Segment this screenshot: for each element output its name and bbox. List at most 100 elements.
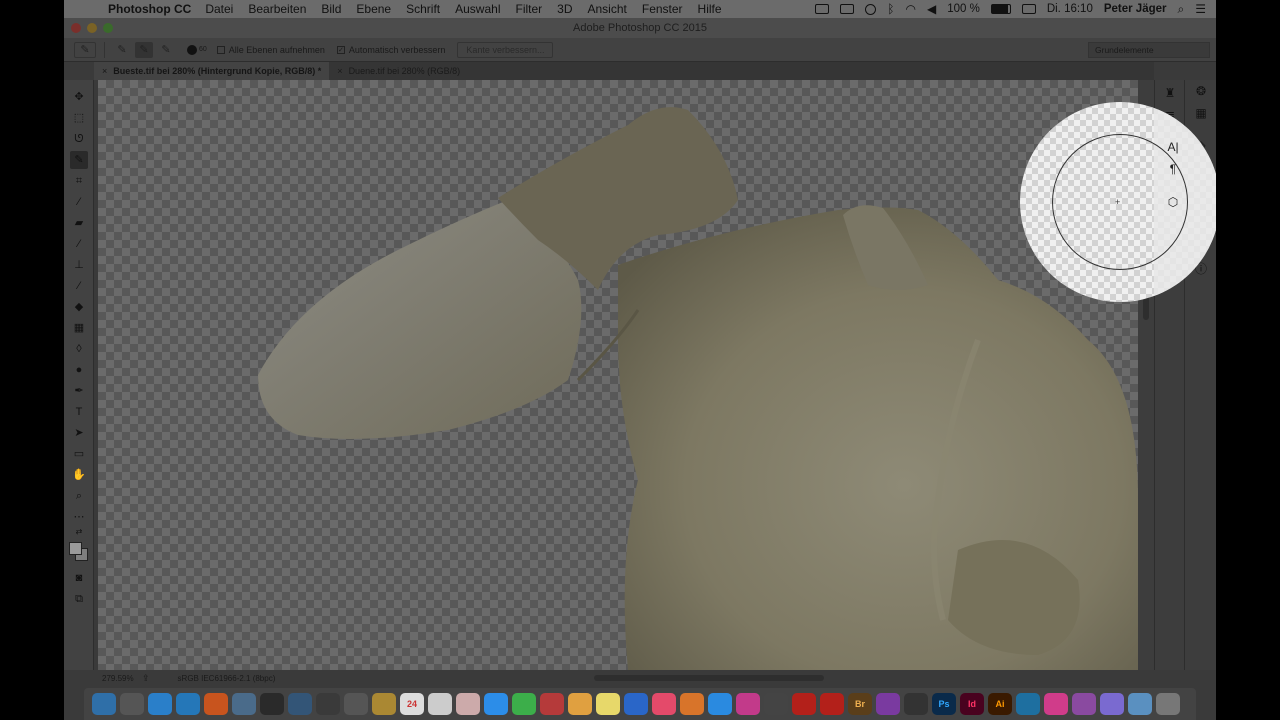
stickies-icon[interactable] [596,693,620,715]
downloads-folder-icon[interactable] [1128,693,1152,715]
facetime-icon[interactable] [512,693,536,715]
itunes-icon[interactable] [652,693,676,715]
video-camera-icon[interactable] [815,4,830,14]
crop-tool-icon[interactable]: ⌗ [70,172,88,190]
lasso-tool-icon[interactable]: ᘎ [70,130,88,148]
menu-auswahl[interactable]: Auswahl [455,2,500,16]
pen-tool-icon[interactable]: ✒ [70,382,88,400]
calendar-icon[interactable]: 24 [400,693,424,715]
share-icon[interactable]: ⇪ [142,673,150,684]
app-icon[interactable] [1044,693,1068,715]
marquee-tool-icon[interactable]: ⬚ [70,109,88,127]
tool-presets-icon[interactable]: ♜ [1160,84,1180,102]
menu-schrift[interactable]: Schrift [406,2,440,16]
menu-fenster[interactable]: Fenster [642,2,683,16]
acrobat-reader-icon[interactable] [820,693,844,715]
sample-all-layers-option[interactable]: Alle Ebenen aufnehmen [216,45,325,55]
zoom-window-button[interactable] [103,23,113,33]
auto-enhance-checkbox[interactable]: ✓ [336,45,345,54]
color-icon[interactable]: ❂ [1191,82,1211,100]
spotlight-search-icon[interactable]: ⌕ [1178,2,1185,17]
screen-mode-icon[interactable]: ⧉ [70,590,88,608]
photo-booth-icon[interactable] [540,693,564,715]
messages-icon[interactable] [484,693,508,715]
trash-icon[interactable] [1156,693,1180,715]
tab-duene[interactable]: × Duene.tif bei 280% (RGB/8) [329,62,468,80]
film-icon[interactable] [316,693,340,715]
preview-icon[interactable] [456,693,480,715]
close-window-button[interactable] [71,23,81,33]
app-icon[interactable] [904,693,928,715]
sample-all-layers-checkbox[interactable] [216,45,225,54]
app-icon[interactable] [876,693,900,715]
horizontal-scroll-thumb[interactable] [594,675,824,681]
eyedropper-tool-icon[interactable]: ⁄ [70,193,88,211]
add-to-selection-icon[interactable]: ✎ [135,41,153,58]
text-edit-icon[interactable] [428,693,452,715]
refine-edge-button[interactable]: Kante verbessern... [457,41,554,58]
document-profile[interactable]: sRGB IEC61966-2.1 (8bpc) [178,674,276,683]
app-icon[interactable] [1016,693,1040,715]
dodge-tool-icon[interactable]: ● [70,361,88,379]
indesign-icon[interactable]: Id [960,693,984,715]
finder-icon[interactable] [92,693,116,715]
hand-tool-icon[interactable]: ✋ [70,466,88,484]
image-capture-icon[interactable] [288,693,312,715]
close-tab-icon[interactable]: × [102,62,107,80]
brush-size[interactable]: 60 [199,46,207,53]
bluetooth-icon[interactable]: ᛒ [887,2,894,16]
bridge-icon[interactable]: Br [848,693,872,715]
display-icon[interactable] [1021,4,1036,14]
wifi-icon[interactable]: ◠ [905,2,915,16]
quick-selection-tool-icon[interactable]: ✎ [70,151,88,169]
firefox-icon[interactable] [204,693,228,715]
new-selection-icon[interactable]: ✎ [113,42,131,58]
auto-enhance-option[interactable]: ✓ Automatisch verbessern [336,45,445,55]
document-canvas[interactable] [98,80,1138,670]
launchpad-icon[interactable] [120,693,144,715]
eraser-tool-icon[interactable]: ◆ [70,298,88,316]
mission-control-icon[interactable] [260,693,284,715]
swap-colors-icon[interactable]: ⇄ [70,523,88,541]
app-icon[interactable] [764,693,788,715]
subtract-from-selection-icon[interactable]: ✎ [157,42,175,58]
menu-filter[interactable]: Filter [515,2,542,16]
healing-brush-tool-icon[interactable]: ▰ [70,214,88,232]
system-preferences-icon[interactable] [624,693,648,715]
history-brush-tool-icon[interactable]: ⁄ [70,277,88,295]
tab-bueste[interactable]: × Bueste.tif bei 280% (Hintergrund Kopie… [94,62,330,80]
app-menu[interactable]: Photoshop CC [108,2,191,16]
zoom-level[interactable]: 279.59% [102,674,142,683]
app-icon[interactable] [1100,693,1124,715]
minimize-window-button[interactable] [87,23,97,33]
illustrator-icon[interactable]: Ai [988,693,1012,715]
menu-datei[interactable]: Datei [205,2,233,16]
app-icon[interactable] [344,693,368,715]
menu-3d[interactable]: 3D [557,2,572,16]
tool-preset-picker[interactable]: ✎ [74,41,96,58]
safari-icon[interactable] [148,693,172,715]
foreground-color-swatch[interactable] [69,542,82,555]
app-store-icon[interactable] [708,693,732,715]
user-name[interactable]: Peter Jäger [1104,3,1167,15]
move-tool-icon[interactable]: ✥ [70,88,88,106]
close-tab-icon[interactable]: × [337,62,342,80]
ibooks-icon[interactable] [680,693,704,715]
workspace-switcher[interactable]: Grundelemente [1088,42,1210,58]
app-icon[interactable] [232,693,256,715]
app-icon[interactable] [736,693,760,715]
compass-icon[interactable] [176,693,200,715]
clone-stamp-tool-icon[interactable]: ⊥ [70,256,88,274]
photos-icon[interactable] [568,693,592,715]
keyboard-icon[interactable] [840,4,855,14]
quick-mask-icon[interactable]: ◙ [70,569,88,587]
battery-icon[interactable] [990,4,1011,14]
photoshop-icon[interactable]: Ps [932,693,956,715]
time-machine-icon[interactable] [865,3,877,15]
acrobat-icon[interactable] [792,693,816,715]
app-icon[interactable] [1072,693,1096,715]
brush-preview-icon[interactable] [187,44,197,55]
rectangle-tool-icon[interactable]: ▭ [70,445,88,463]
menu-bearbeiten[interactable]: Bearbeiten [248,2,306,16]
clock[interactable]: Di. 16:10 [1047,3,1093,15]
